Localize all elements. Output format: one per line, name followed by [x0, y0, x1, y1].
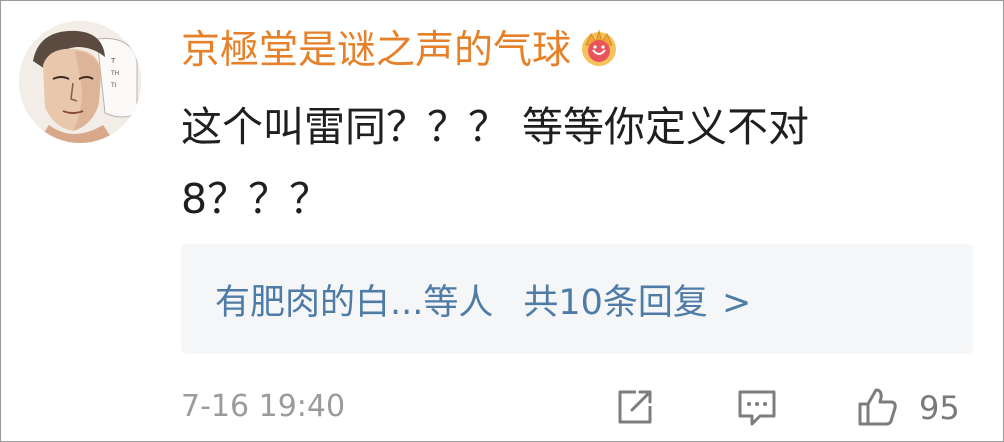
- comment-body: 这个叫雷同？？？ 等等你定义不对8？？？: [181, 103, 810, 223]
- crown-icon: [577, 25, 621, 69]
- like-button[interactable]: [853, 383, 901, 431]
- svg-text:TI: TI: [110, 82, 117, 89]
- share-icon: [618, 390, 652, 424]
- comment-card: T TH TI 京極堂是谜之声的气球 这个叫雷同？？？ 等等你定义不对8？？？ …: [0, 0, 1004, 442]
- comment-footer: 7-16 19:40 95: [181, 383, 981, 433]
- username-link[interactable]: 京極堂是谜之声的气球: [181, 19, 571, 75]
- comment-icon: [738, 390, 776, 426]
- timestamp: 7-16 19:40: [181, 389, 346, 424]
- avatar-image: T TH TI: [19, 21, 141, 143]
- comment-button[interactable]: [733, 383, 781, 431]
- avatar[interactable]: T TH TI: [19, 21, 141, 143]
- share-button[interactable]: [611, 383, 659, 431]
- svg-text:TH: TH: [110, 70, 119, 77]
- replies-preview[interactable]: 有肥肉的白...等人 共10条回复 >: [181, 244, 973, 354]
- like-count: 95: [919, 389, 960, 427]
- username-row: 京極堂是谜之声的气球: [181, 17, 621, 77]
- thumbs-up-icon: [858, 388, 897, 426]
- reply-users: 有肥肉的白...等人: [215, 282, 494, 323]
- replies-link[interactable]: 有肥肉的白...等人 共10条回复 >: [215, 274, 751, 325]
- svg-text:T: T: [110, 57, 116, 65]
- reply-count: 共10条回复: [523, 282, 708, 323]
- chevron-right-icon: >: [721, 282, 752, 323]
